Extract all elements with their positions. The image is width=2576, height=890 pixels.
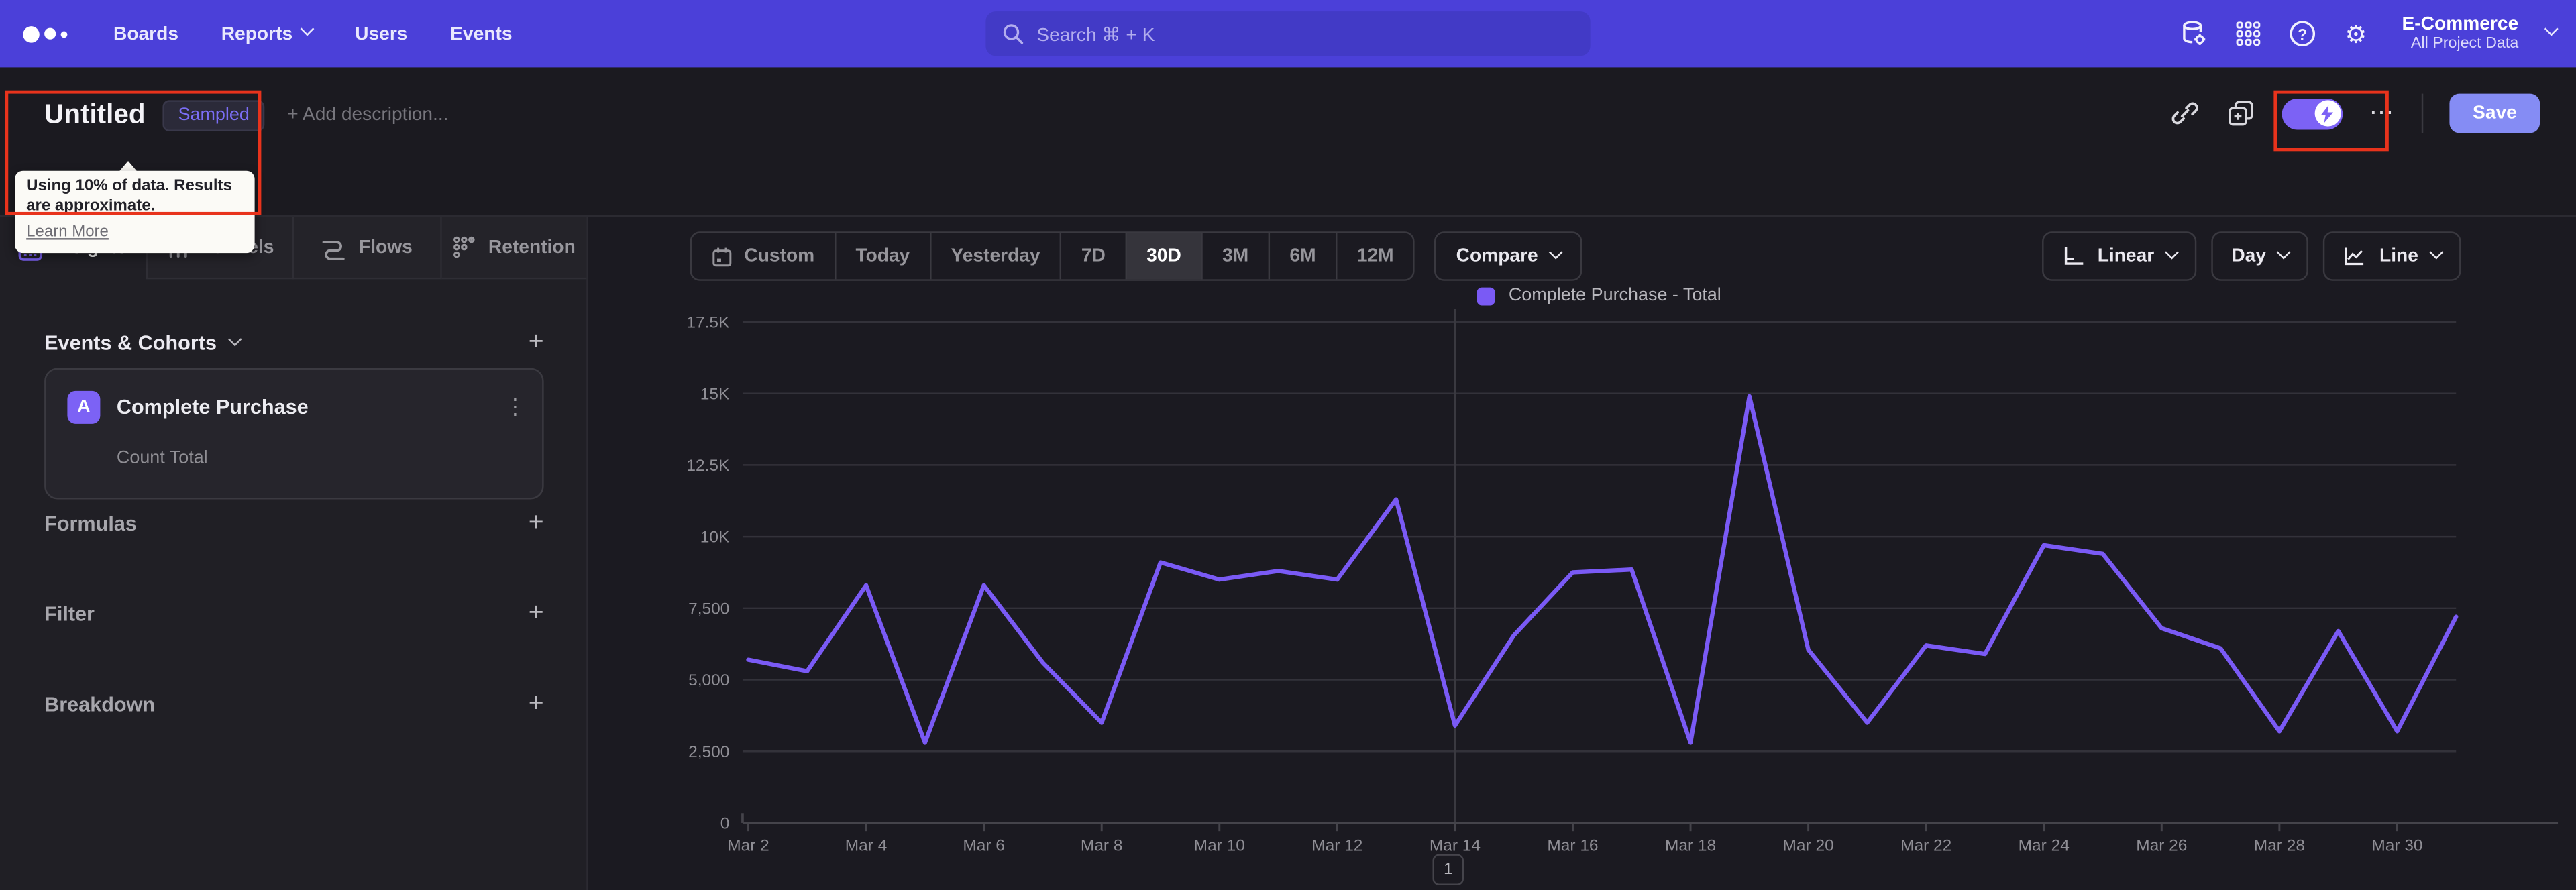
svg-text:10K: 10K	[700, 529, 730, 547]
add-filter-button[interactable]: +	[529, 600, 544, 626]
chevron-down-icon	[227, 331, 242, 346]
add-to-board-icon[interactable]	[2226, 99, 2256, 128]
save-button[interactable]: Save	[2449, 93, 2540, 133]
chevron-down-icon	[300, 21, 315, 36]
chevron-down-icon	[2544, 21, 2559, 36]
svg-text:Mar 18: Mar 18	[1665, 837, 1716, 855]
svg-text:Mar 14: Mar 14	[1430, 837, 1481, 855]
svg-text:Mar 30: Mar 30	[2371, 837, 2422, 855]
report-title-bar: Untitled Sampled + Add description... ⋯ …	[0, 67, 2576, 217]
chart-panel: Custom Today Yesterday 7D 30D 3M 6M 12M …	[590, 217, 2576, 890]
flows-icon	[323, 240, 345, 259]
svg-text:12.5K: 12.5K	[686, 457, 730, 475]
tooltip-text: Using 10% of data. Results are approxima…	[26, 177, 232, 215]
svg-text:5,000: 5,000	[688, 671, 729, 689]
query-builder-sidebar: Insights Funnels Flows	[0, 217, 588, 890]
mixpanel-logo-icon[interactable]	[23, 25, 68, 42]
event-options-icon[interactable]: ⋮	[504, 394, 526, 421]
tab-retention[interactable]: Retention	[441, 217, 587, 280]
event-card[interactable]: A Complete Purchase ⋮ Count Total	[44, 368, 544, 500]
data-management-icon[interactable]	[2178, 19, 2208, 48]
event-name[interactable]: Complete Purchase	[117, 396, 309, 419]
nav-item-users[interactable]: Users	[355, 24, 407, 44]
add-formula-button[interactable]: +	[529, 510, 544, 536]
svg-text:17.5K: 17.5K	[686, 314, 730, 332]
add-description-field[interactable]: + Add description...	[287, 105, 448, 125]
copy-link-icon[interactable]	[2170, 99, 2200, 128]
svg-text:0: 0	[720, 815, 730, 833]
svg-text:Mar 8: Mar 8	[1081, 837, 1123, 855]
svg-text:Mar 22: Mar 22	[1900, 837, 1951, 855]
svg-text:Mar 16: Mar 16	[1547, 837, 1598, 855]
events-cohorts-header[interactable]: Events & Cohorts	[44, 331, 242, 355]
sampled-badge[interactable]: Sampled	[163, 99, 264, 131]
svg-text:15K: 15K	[700, 385, 730, 403]
learn-more-link[interactable]: Learn More	[26, 223, 109, 241]
nav-item-reports[interactable]: Reports	[221, 21, 315, 44]
svg-text:?: ?	[2297, 25, 2306, 43]
nav-right-cluster: ? ⚙ E-Commerce All Project Data	[2178, 0, 2559, 67]
breakdown-section-label: Breakdown	[44, 693, 156, 716]
add-breakdown-button[interactable]: +	[529, 691, 544, 717]
sampling-tooltip: Using 10% of data. Results are approxima…	[15, 170, 255, 254]
project-selector[interactable]: E-Commerce All Project Data	[2402, 15, 2519, 52]
project-name: E-Commerce	[2402, 15, 2519, 35]
apps-grid-icon[interactable]	[2233, 19, 2262, 48]
tab-flows[interactable]: Flows	[294, 217, 441, 280]
settings-gear-icon[interactable]: ⚙	[2341, 19, 2371, 49]
svg-text:Mar 12: Mar 12	[1311, 837, 1362, 855]
retention-icon	[453, 236, 476, 258]
filter-section-label: Filter	[44, 602, 95, 626]
event-letter-badge: A	[67, 390, 101, 424]
svg-text:7,500: 7,500	[688, 600, 729, 618]
help-icon[interactable]: ?	[2287, 19, 2316, 48]
search-placeholder: Search ⌘ + K	[1036, 25, 1155, 46]
svg-text:2,500: 2,500	[688, 743, 729, 761]
add-event-button[interactable]: +	[529, 329, 544, 355]
svg-text:Mar 2: Mar 2	[727, 837, 769, 855]
screenshot-stage: Boards Reports Users Events Search ⌘ + K	[0, 0, 2576, 890]
svg-text:Mar 26: Mar 26	[2136, 837, 2187, 855]
more-actions-icon[interactable]: ⋯	[2369, 100, 2396, 125]
event-metric[interactable]: Count Total	[117, 449, 208, 468]
search-icon	[1003, 24, 1024, 44]
svg-text:Mar 6: Mar 6	[963, 837, 1005, 855]
search-input[interactable]: Search ⌘ + K	[985, 11, 1591, 56]
lightning-bolt-icon	[2314, 100, 2341, 127]
project-scope: All Project Data	[2410, 34, 2519, 53]
formulas-section-label: Formulas	[44, 512, 137, 536]
nav-item-boards[interactable]: Boards	[113, 24, 178, 44]
svg-text:Mar 24: Mar 24	[2019, 837, 2070, 855]
top-nav: Boards Reports Users Events Search ⌘ + K	[0, 0, 2576, 68]
svg-text:Mar 4: Mar 4	[845, 837, 888, 855]
svg-text:Mar 28: Mar 28	[2254, 837, 2305, 855]
line-chart[interactable]: 0 2,500 5,000 7,500 10K 12.5K 15K 17.5K Mar 2 Mar…	[590, 217, 2576, 890]
svg-text:Mar 20: Mar 20	[1783, 837, 1834, 855]
svg-text:Mar 10: Mar 10	[1194, 837, 1245, 855]
divider	[2422, 93, 2424, 133]
sampling-toggle[interactable]	[2282, 97, 2343, 129]
nav-item-events[interactable]: Events	[450, 24, 512, 44]
report-title[interactable]: Untitled	[44, 99, 145, 131]
